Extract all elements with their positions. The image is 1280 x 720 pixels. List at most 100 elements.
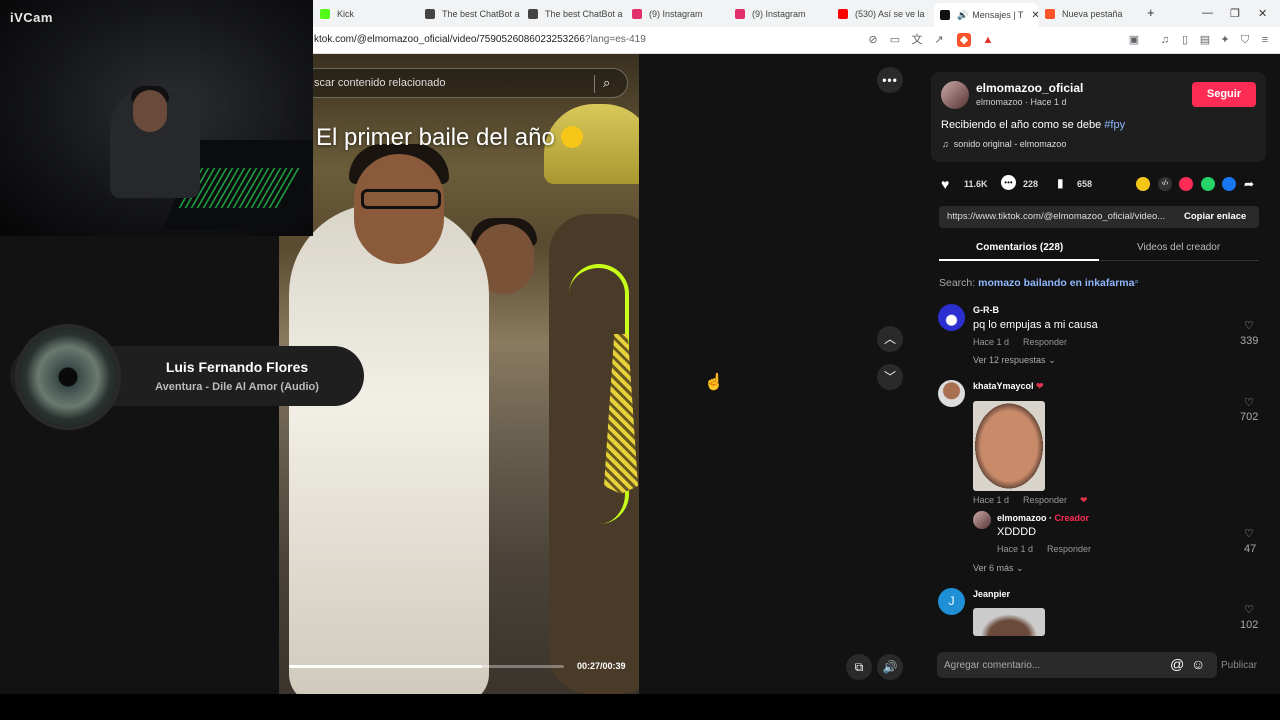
close-tab-icon[interactable]: ✕ (1031, 10, 1038, 21)
save-count: 658 (1077, 179, 1093, 189)
creator-badge: Creador (1054, 513, 1090, 523)
tab-chatbot-2[interactable]: The best ChatBot a (528, 4, 623, 24)
cast-icon[interactable]: ▭ (888, 33, 902, 47)
instagram-icon (632, 9, 642, 19)
comment-image[interactable] (973, 401, 1045, 491)
tab-instagram-1[interactable]: (9) Instagram (632, 4, 727, 24)
reply-avatar[interactable] (973, 511, 991, 529)
emoji-icon[interactable]: ☺ (1191, 656, 1205, 672)
tab-new[interactable]: Nueva pestaña (1045, 4, 1135, 24)
reply-button[interactable]: Responder (1023, 495, 1067, 505)
follow-button[interactable]: Seguir (1192, 82, 1256, 107)
tab-creator-videos[interactable]: Videos del creador (1137, 242, 1220, 253)
sound-line[interactable]: ♫ sonido original - elmomazoo (942, 139, 1066, 149)
comment-username[interactable]: khataYmaycol ❤ (973, 381, 1044, 392)
new-tab-button[interactable]: + (1147, 5, 1155, 20)
comment-like-icon[interactable]: ♡ (1244, 527, 1254, 540)
tab-label: (9) Instagram (649, 9, 703, 19)
vpn-icon[interactable]: ⛉ (1238, 33, 1252, 47)
related-search[interactable]: Search: momazo bailando en inkafarma⌕ (939, 277, 1139, 289)
share-arrow-icon[interactable]: ➦ (1244, 177, 1254, 191)
close-window-icon[interactable]: ✕ (1258, 7, 1267, 20)
send-icon[interactable] (1179, 177, 1193, 191)
comment-avatar[interactable] (938, 304, 965, 331)
url-query: ?lang=es-419 (584, 34, 646, 45)
video-link-text[interactable]: https://www.tiktok.com/@elmomazoo_oficia… (947, 211, 1175, 222)
username-text: khataYmaycol (973, 381, 1034, 391)
instagram-icon (735, 9, 745, 19)
view-more-label: Ver 6 más (973, 563, 1014, 573)
tiktok-icon (940, 10, 950, 20)
streamer (133, 90, 167, 132)
embed-icon[interactable]: ‹/› (1158, 177, 1172, 191)
comment-time: Hace 1 d (973, 495, 1010, 505)
comment-username[interactable]: G-R-B (973, 305, 999, 315)
divider (594, 75, 595, 93)
minimize-icon[interactable]: — (1202, 7, 1213, 19)
tab-label: Kick (337, 9, 355, 19)
reading-list-icon[interactable]: ▯ (1178, 33, 1192, 47)
comment-placeholder: Agregar comentario... (944, 660, 1041, 671)
brave-rewards-icon[interactable]: ▲ (981, 33, 995, 47)
video-progress-bar[interactable] (289, 665, 564, 668)
creator-liked-icon: ❤ (1080, 495, 1088, 505)
restore-icon[interactable]: ❐ (1230, 7, 1240, 20)
volume-button[interactable]: 🔊 (877, 654, 903, 680)
tab-tiktok-active[interactable]: 🔊 Mensajes | T ✕ (934, 3, 1038, 27)
translate-icon[interactable]: 文 (910, 33, 924, 47)
brave-shield-icon[interactable]: ◆ (957, 33, 971, 47)
sidebar-icon[interactable]: ▣ (1127, 33, 1141, 47)
comment-like-icon[interactable]: ♡ (1244, 603, 1254, 616)
search-term-link[interactable]: momazo bailando en inkafarma (978, 277, 1134, 289)
video-figure (289, 204, 489, 694)
publish-button[interactable]: Publicar (1221, 660, 1257, 671)
comment-avatar[interactable]: J (938, 588, 965, 615)
reply-button[interactable]: Responder (1023, 337, 1067, 347)
related-search-input[interactable]: scar contenido relacionado ⌕ (300, 68, 628, 98)
hashtag-link[interactable]: #fpy (1104, 119, 1125, 131)
more-options-button[interactable]: ••• (877, 67, 903, 93)
reply-button[interactable]: Responder (1047, 544, 1091, 554)
floating-player-button[interactable]: ⧉ (846, 654, 872, 680)
active-tab-indicator (939, 259, 1099, 261)
creator-avatar[interactable] (941, 81, 969, 109)
comment-like-count: 339 (1240, 335, 1259, 347)
view-replies-button[interactable]: Ver 12 respuestas ⌄ (973, 355, 1056, 366)
comment-icon[interactable]: ••• (1001, 175, 1016, 190)
tab-comments[interactable]: Comentarios (228) (976, 242, 1063, 253)
next-video-button[interactable]: ﹀ (877, 364, 903, 390)
tab-youtube[interactable]: (530) Así se ve la m (838, 4, 926, 24)
share-icon[interactable]: ↗ (932, 33, 946, 47)
like-icon[interactable]: ♥ (941, 176, 949, 192)
url-field[interactable]: ktok.com/@elmomazoo_oficial/video/759052… (314, 34, 646, 45)
tab-instagram-2[interactable]: (9) Instagram (735, 4, 830, 24)
no-sound-icon[interactable]: ⊘ (866, 33, 880, 47)
previous-video-button[interactable]: ︿ (877, 326, 903, 352)
comment-like-icon[interactable]: ♡ (1244, 319, 1254, 332)
search-icon[interactable]: ⌕ (603, 75, 610, 91)
caption-text: El primer baile del año (316, 124, 555, 151)
creator-username[interactable]: elmomazoo_oficial (976, 81, 1083, 95)
wallet-icon[interactable]: ▤ (1198, 33, 1212, 47)
tab-label: Mensajes | T (972, 10, 1024, 20)
mention-icon[interactable]: @ (1170, 656, 1184, 672)
menu-icon[interactable]: ≡ (1258, 33, 1272, 47)
view-more-button[interactable]: Ver 6 más ⌄ (973, 563, 1024, 574)
leo-icon[interactable]: ✦ (1218, 33, 1232, 47)
comment-username[interactable]: Jeanpier (973, 589, 1010, 599)
music-icon[interactable]: ♫ (1158, 33, 1172, 47)
search-icon: ⌕ (1134, 277, 1139, 286)
comment-like-icon[interactable]: ♡ (1244, 396, 1254, 409)
comment-image[interactable] (973, 608, 1045, 636)
facebook-icon[interactable] (1222, 177, 1236, 191)
progress-fill (289, 665, 482, 668)
view-replies-label: Ver 12 respuestas (973, 355, 1046, 365)
repost-icon[interactable] (1136, 177, 1150, 191)
bookmark-icon[interactable]: ▮ (1057, 176, 1064, 190)
comment-avatar[interactable] (938, 380, 965, 407)
whatsapp-icon[interactable] (1201, 177, 1215, 191)
tab-kick[interactable]: Kick (320, 4, 420, 24)
tab-chatbot-1[interactable]: The best ChatBot a (425, 4, 520, 24)
reply-username[interactable]: elmomazoo · Creador (997, 513, 1089, 523)
copy-link-button[interactable]: Copiar enlace (1184, 211, 1246, 222)
